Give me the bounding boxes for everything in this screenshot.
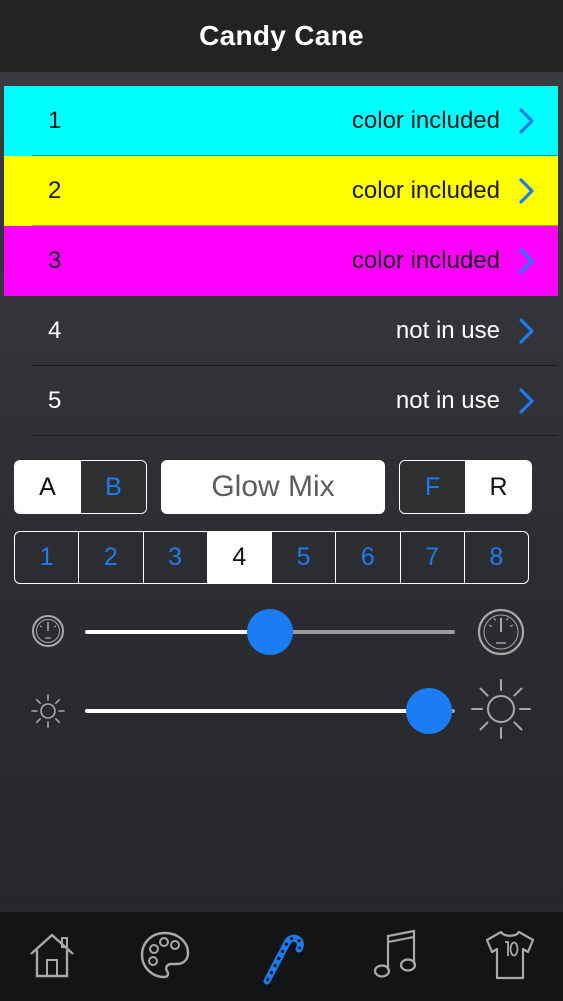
tab-palette[interactable]	[135, 924, 195, 986]
brightness-slider-thumb[interactable]	[406, 688, 452, 734]
color-slot-list: 1 color included 2 color included 3 colo…	[4, 86, 558, 436]
slot-number: 5	[48, 387, 62, 414]
palette-icon	[140, 931, 190, 979]
tab-home[interactable]	[22, 924, 82, 986]
number-segment-5[interactable]: 5	[272, 532, 337, 583]
tab-jersey[interactable]	[480, 924, 540, 986]
color-slot-4[interactable]: 4 not in use	[4, 296, 558, 366]
brightness-slider[interactable]	[85, 688, 455, 734]
brightness-slider-fill	[85, 709, 429, 713]
home-icon	[30, 933, 74, 978]
mode-button[interactable]: Glow Mix	[161, 460, 385, 514]
navigation-bar: Candy Cane	[0, 0, 563, 73]
slot-number: 1	[48, 107, 62, 134]
color-slot-5[interactable]: 5 not in use	[4, 366, 558, 436]
page-title: Candy Cane	[199, 20, 364, 51]
color-slot-3[interactable]: 3 color included	[4, 226, 558, 296]
tab-bar	[0, 911, 563, 1001]
tab-candy-cane[interactable]	[250, 924, 310, 986]
speed-slider-fill	[85, 630, 270, 634]
slot-number: 4	[48, 317, 62, 344]
fr-segmented-control: F R	[399, 460, 532, 514]
chevron-right-icon	[519, 108, 534, 134]
color-slot-2[interactable]: 2 color included	[4, 156, 558, 226]
brightness-high-icon	[471, 679, 531, 739]
chevron-right-icon	[519, 178, 534, 204]
slot-status: color included	[351, 107, 500, 134]
chevron-right-icon	[519, 388, 534, 414]
number-segment-3[interactable]: 3	[144, 532, 208, 583]
slot-status: not in use	[395, 317, 500, 344]
number-segment-6[interactable]: 6	[336, 532, 401, 583]
speed-slider-thumb[interactable]	[247, 609, 293, 655]
speed-slider-track	[270, 630, 455, 634]
number-segment-4[interactable]: 4	[207, 532, 272, 583]
brightness-low-icon	[31, 694, 65, 728]
speedometer-slow-icon	[32, 615, 64, 647]
slot-status: color included	[351, 177, 500, 204]
ab-segmented-control: A B	[14, 460, 147, 514]
candy-cane-icon	[263, 934, 304, 985]
segment-b[interactable]: B	[80, 461, 146, 513]
chevron-right-icon	[519, 318, 534, 344]
tab-music[interactable]	[365, 924, 425, 986]
speedometer-fast-icon	[477, 608, 525, 656]
number-segment-2[interactable]: 2	[79, 532, 144, 583]
segment-r[interactable]: R	[465, 461, 531, 513]
slot-number: 2	[48, 177, 62, 204]
segment-f[interactable]: F	[400, 461, 465, 513]
number-segment-1[interactable]: 1	[15, 532, 80, 583]
segment-a[interactable]: A	[15, 461, 80, 513]
divider	[32, 435, 558, 436]
slot-number: 3	[48, 247, 62, 274]
jersey-icon	[485, 930, 535, 980]
number-segmented-control: 1 2 3 4 5 6 7 8	[14, 531, 529, 584]
slot-status: color included	[351, 247, 500, 274]
number-segment-8[interactable]: 8	[465, 532, 528, 583]
chevron-right-icon	[519, 248, 534, 274]
music-note-icon	[373, 929, 417, 978]
speed-slider[interactable]	[85, 609, 455, 655]
slot-status: not in use	[395, 387, 500, 414]
number-segment-7[interactable]: 7	[401, 532, 465, 583]
color-slot-1[interactable]: 1 color included	[4, 86, 558, 156]
